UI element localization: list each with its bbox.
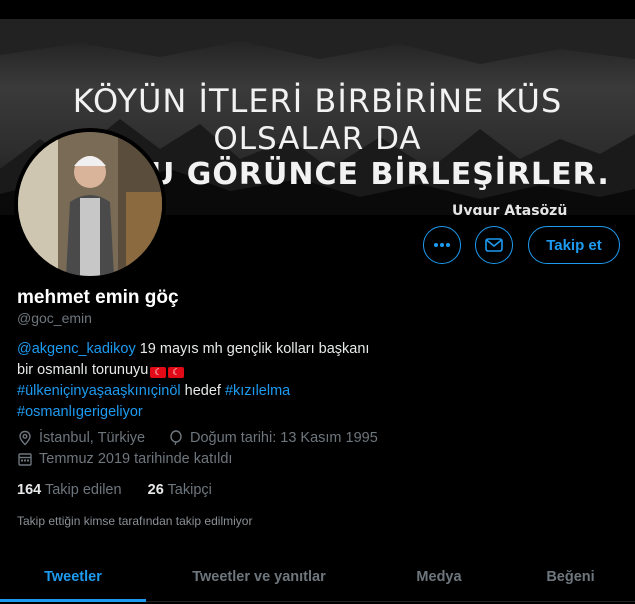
follow-button[interactable]: Takip et (528, 226, 620, 264)
joined-text: Temmuz 2019 tarihinde katıldı (39, 451, 233, 467)
location-pin-icon (17, 430, 33, 446)
tab-tweets-and-replies[interactable]: Tweetler ve yanıtlar (146, 553, 372, 601)
bio-hashtag-link[interactable]: #osmanlıgerigeliyor (17, 404, 143, 420)
profile-handle: @goc_emin (17, 310, 92, 326)
profile-birthday: Doğum tarihi: 13 Kasım 1995 (168, 430, 378, 446)
followers-label: Takipçi (167, 482, 212, 498)
followers-count: 26 (147, 482, 164, 498)
following-count: 164 (17, 482, 42, 498)
tab-media[interactable]: Medya (372, 553, 506, 601)
bio-hashtag-link[interactable]: #ülkeniçinyaşaaşkınıçinöl (17, 383, 181, 399)
turkey-flag-icon: ☾ (150, 367, 167, 378)
followed-by-notice: Takip ettiğin kimse tarafından takip edi… (17, 514, 253, 528)
tab-tweets[interactable]: Tweetler (0, 553, 146, 601)
profile-location: İstanbul, Türkiye (17, 430, 145, 446)
more-button[interactable] (423, 226, 461, 264)
bio-text-3: hedef (180, 383, 225, 399)
following-link[interactable]: 164 Takip edilen (17, 482, 122, 498)
envelope-icon (485, 238, 503, 252)
message-button[interactable] (475, 226, 513, 264)
banner-text-line-3: U GÖRÜNCE BİRLEŞİRLER. (150, 157, 610, 192)
bio-mention-link[interactable]: @akgenc_kadikoy (17, 341, 136, 357)
banner-text-line-1: KÖYÜN İTLERİ BİRBİRİNE KÜS (72, 82, 563, 120)
avatar-photo (18, 132, 162, 276)
balloon-icon (168, 430, 184, 446)
birthday-text: Doğum tarihi: 13 Kasım 1995 (190, 430, 378, 446)
window-top-bar (0, 0, 635, 19)
avatar[interactable] (14, 128, 166, 280)
tab-likes[interactable]: Beğeni (506, 553, 635, 601)
bio-text-2: bir osmanlı torunuyu (17, 362, 149, 378)
profile-tabs: Tweetler Tweetler ve yanıtlar Medya Beğe… (0, 553, 635, 602)
following-label: Takip edilen (44, 482, 122, 498)
active-tab-indicator (0, 599, 146, 602)
profile-joined: Temmuz 2019 tarihinde katıldı (17, 451, 232, 467)
profile-bio: @akgenc_kadikoy 19 mayıs mh gençlik koll… (17, 339, 437, 423)
followers-link[interactable]: 26 Takipçi (148, 482, 212, 498)
bio-hashtag-link[interactable]: #kızılelma (225, 383, 290, 399)
bio-text-1: 19 mayıs mh gençlik kolları başkanı (135, 341, 370, 357)
follow-counts: 164 Takip edilen 26 Takipçi (17, 482, 212, 498)
calendar-icon (17, 451, 33, 467)
banner-source: Uygur Atasözü (452, 203, 568, 215)
turkey-flag-icon: ☾ (168, 367, 185, 378)
more-icon (434, 243, 450, 247)
profile-name: mehmet emin göç (17, 287, 179, 308)
location-text: İstanbul, Türkiye (39, 430, 146, 446)
